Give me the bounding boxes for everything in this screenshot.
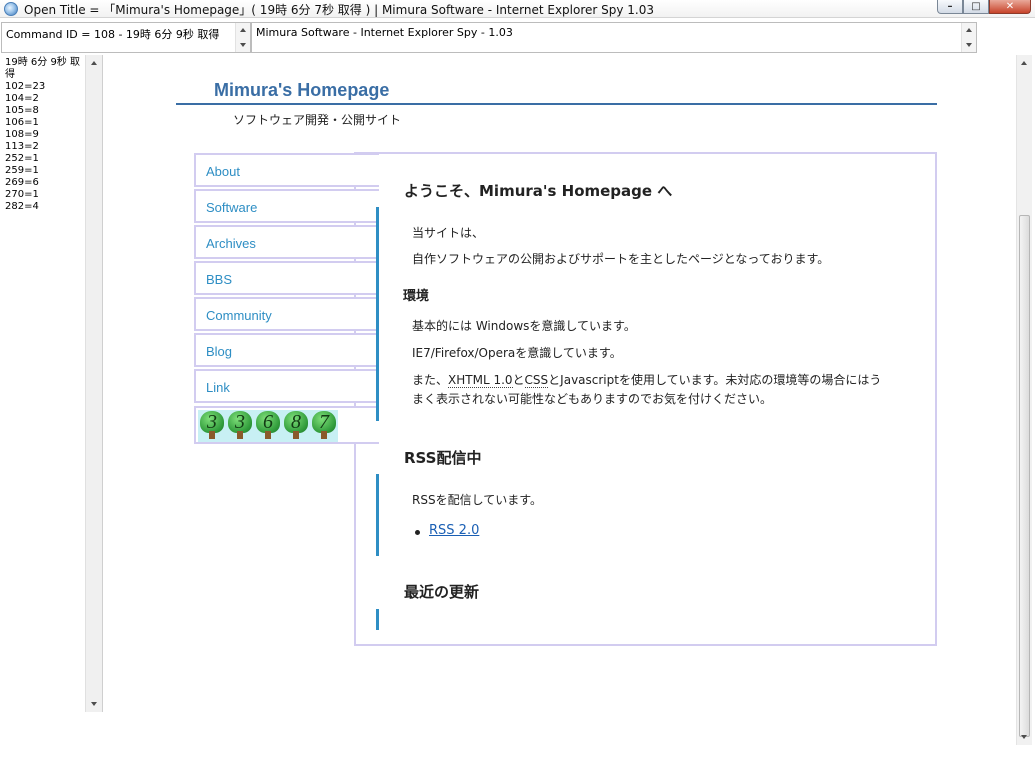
spy-info-text: Mimura Software - Internet Explorer Spy … [256,26,513,39]
close-button[interactable]: ✕ [989,0,1031,14]
intro-text: 当サイトは、 [412,226,485,240]
recent-updates-heading: 最近の更新 [404,583,480,601]
nav-item-label: Software [206,200,258,215]
log-line: 19時 6分 9秒 取得 [5,57,80,80]
log-line: 270=1 [5,189,39,200]
section-accent-bar [376,474,379,556]
access-counter: 3 3 6 8 7 [198,410,338,442]
counter-digit-value: 7 [319,411,329,433]
css-abbr: CSS [524,373,549,388]
counter-digit: 3 [198,410,226,440]
counter-digit-value: 3 [207,411,217,433]
nav-item-community[interactable]: Community [194,297,379,331]
welcome-heading: ようこそ、Mimura's Homepage へ [404,182,673,200]
intro-text: 自作ソフトウェアの公開およびサポートを主としたページとなっております。 [412,252,830,266]
environment-text-part: とJavascriptを使用しています。未対応の環境等の場合にはう [548,373,882,387]
environment-heading: 環境 [403,289,430,304]
scroll-down-icon[interactable] [1021,735,1027,739]
site-subtitle: ソフトウェア開発・公開サイト [233,113,402,127]
log-line: 108=9 [5,129,39,140]
environment-text-part: また、 [412,373,449,387]
nav-item-label: BBS [206,272,233,287]
access-counter-box: 3 3 6 8 7 [194,406,379,444]
log-line: 269=6 [5,177,39,188]
log-line: 102=23 [5,81,46,92]
scroll-up-icon[interactable] [91,61,97,65]
section-accent-bar [376,609,379,630]
site-title[interactable]: Mimura's Homepage [214,80,389,101]
log-line: 252=1 [5,153,39,164]
counter-digit-value: 8 [291,411,301,433]
scroll-down-icon[interactable] [91,702,97,706]
scroll-up-icon[interactable] [240,28,246,32]
nav-item-label: Community [206,308,272,323]
counter-digit: 7 [310,410,338,440]
scrollbar-thumb[interactable] [1019,215,1030,737]
nav-item-about[interactable]: About [194,153,379,187]
page-scrollbar[interactable] [1016,55,1032,745]
counter-digit: 6 [254,410,282,440]
section-accent-bar [376,207,379,421]
environment-text: 基本的には Windowsを意識しています。 [412,319,636,333]
nav-item-label: Blog [206,344,233,359]
nav-item-software[interactable]: Software [194,189,379,223]
window-controls: – □ ✕ [937,0,1031,14]
nav-item-link[interactable]: Link [194,369,379,403]
nav-item-label: Archives [206,236,256,251]
log-line: 104=2 [5,93,39,104]
command-id-text: Command ID = 108 - 19時 6分 9秒 取得 [6,28,220,41]
log-lines: 19時 6分 9秒 取得 102=23 104=2 105=8 106=1 10… [5,57,85,213]
log-line: 282=4 [5,201,39,212]
scroll-down-icon[interactable] [966,43,972,47]
ie-globe-icon [4,2,18,16]
log-line: 259=1 [5,165,39,176]
window-title: Open Title = 「Mimura's Homepage」( 19時 6分… [24,3,655,17]
scroll-down-icon[interactable] [240,43,246,47]
header-divider [176,103,937,105]
nav-item-label: About [206,164,240,179]
scroll-up-icon[interactable] [966,28,972,32]
scroll-up-icon[interactable] [1021,61,1027,65]
minimize-button[interactable]: – [937,0,963,14]
site-nav: About Software Archives BBS Community Bl… [194,153,379,405]
rss-2-link[interactable]: RSS 2.0 [429,523,479,538]
counter-digit-value: 3 [235,411,245,433]
nav-item-archives[interactable]: Archives [194,225,379,259]
log-list-pane[interactable]: 19時 6分 9秒 取得 102=23 104=2 105=8 106=1 10… [0,55,103,712]
environment-text: まく表示されない可能性などもありますのでお気を付けください。 [412,392,773,406]
log-line: 105=8 [5,105,39,116]
log-line: 113=2 [5,141,39,152]
environment-text: IE7/Firefox/Operaを意識しています。 [412,346,622,360]
command-bar: Command ID = 108 - 19時 6分 9秒 取得 Mimura S… [0,22,1035,53]
close-icon: ✕ [1005,1,1015,12]
list-bullet [415,530,420,535]
rss-text: RSSを配信しています。 [412,493,543,507]
command-id-box[interactable]: Command ID = 108 - 19時 6分 9秒 取得 [1,22,251,53]
minimize-icon: – [947,1,953,12]
command-scrollbar[interactable] [235,23,250,52]
counter-digit: 3 [226,410,254,440]
nav-item-label: Link [206,380,230,395]
xhtml-abbr: XHTML 1.0 [448,373,513,388]
rss-heading: RSS配信中 [404,449,482,467]
counter-digit: 8 [282,410,310,440]
log-scrollbar[interactable] [85,55,102,712]
window-title-bar: Open Title = 「Mimura's Homepage」( 19時 6分… [0,0,1035,18]
maximize-button[interactable]: □ [963,0,989,14]
environment-text-part: と [512,373,525,387]
counter-digit-value: 6 [263,411,273,433]
nav-item-bbs[interactable]: BBS [194,261,379,295]
nav-item-blog[interactable]: Blog [194,333,379,367]
spy-info-box[interactable]: Mimura Software - Internet Explorer Spy … [251,22,977,53]
log-line: 106=1 [5,117,39,128]
spy-info-scrollbar[interactable] [961,23,976,52]
maximize-icon: □ [971,1,981,12]
environment-text: また、XHTML 1.0とCSSとJavascriptを使用しています。未対応の… [412,371,881,389]
